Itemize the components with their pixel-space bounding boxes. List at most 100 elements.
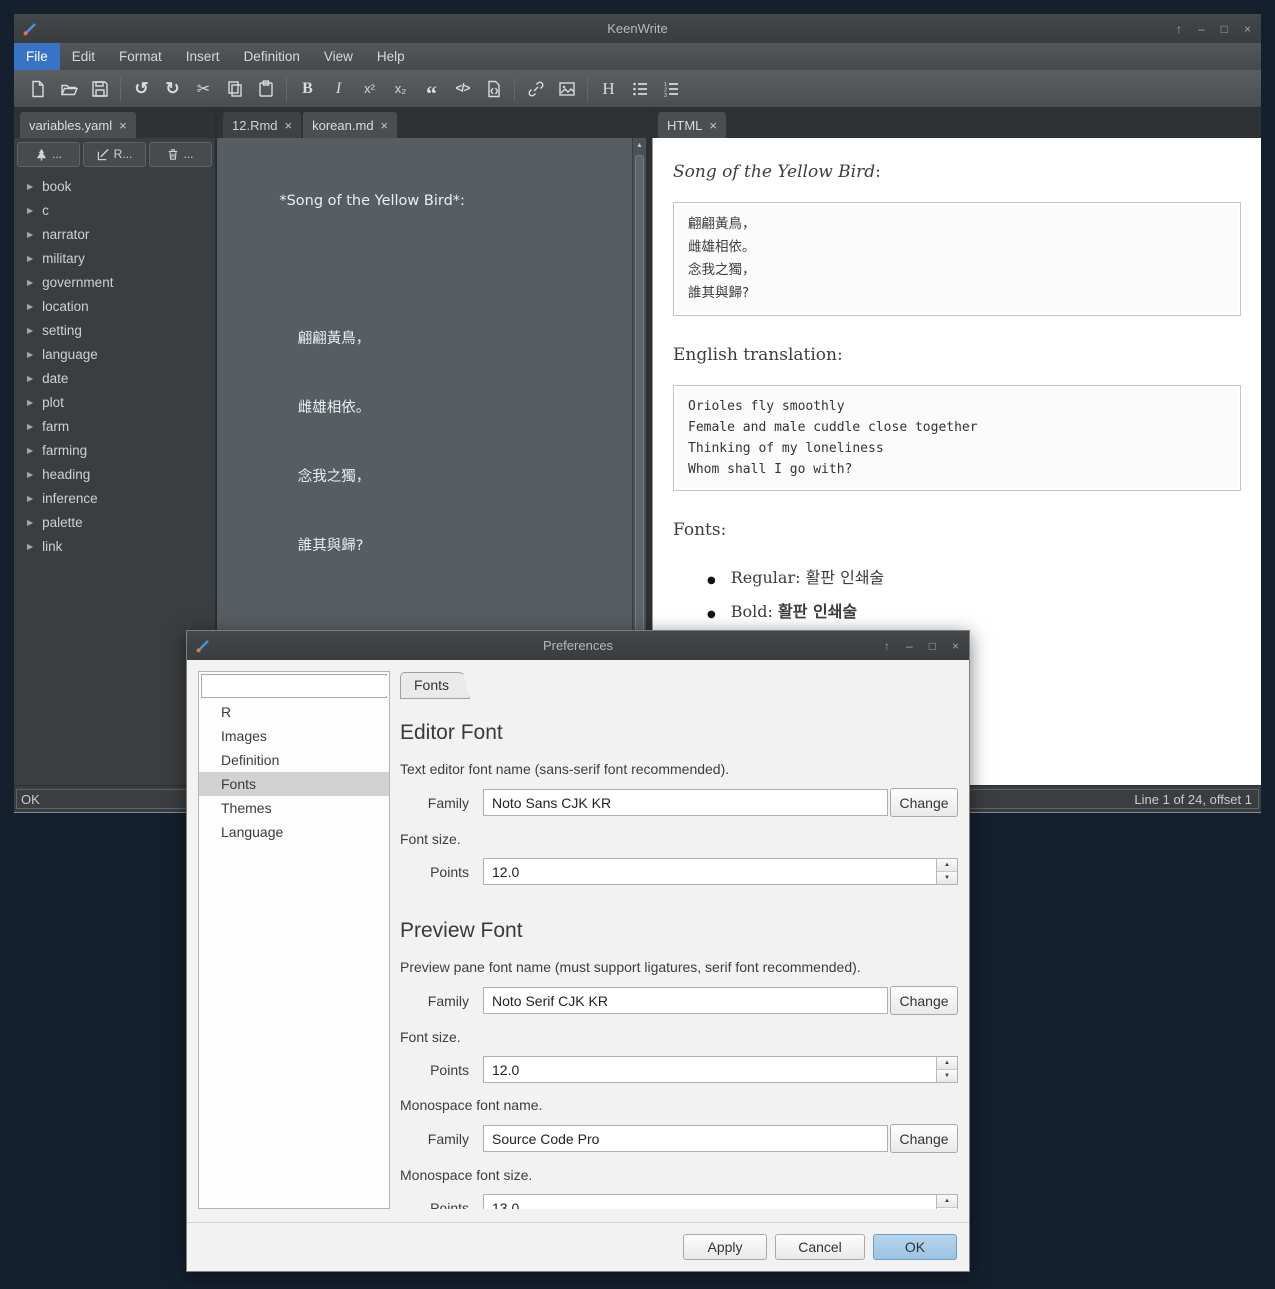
spinner-up-button[interactable]: ▲ bbox=[937, 859, 957, 872]
editor-font-change-button[interactable]: Change bbox=[890, 788, 958, 817]
chevron-right-icon[interactable]: ▶ bbox=[27, 350, 33, 359]
settings-nav-item[interactable]: Images bbox=[199, 724, 389, 748]
rename-definition-button[interactable]: R... bbox=[83, 142, 146, 167]
cancel-button[interactable]: Cancel bbox=[775, 1234, 865, 1260]
menu-item[interactable]: Definition bbox=[232, 43, 312, 70]
menu-item[interactable]: Help bbox=[365, 43, 417, 70]
bold-icon[interactable]: B bbox=[292, 74, 323, 104]
tree-item[interactable]: ▶ link bbox=[14, 534, 215, 558]
tree-item[interactable]: ▶ farming bbox=[14, 438, 215, 462]
chevron-right-icon[interactable]: ▶ bbox=[27, 182, 33, 191]
chevron-right-icon[interactable]: ▶ bbox=[27, 278, 33, 287]
preview-font-change-button[interactable]: Change bbox=[890, 986, 958, 1015]
tree-item[interactable]: ▶ date bbox=[14, 366, 215, 390]
tree-item[interactable]: ▶ location bbox=[14, 294, 215, 318]
settings-nav-item[interactable]: Language bbox=[199, 820, 389, 844]
chevron-right-icon[interactable]: ▶ bbox=[27, 518, 33, 527]
ok-button[interactable]: OK bbox=[873, 1234, 957, 1260]
bullet-list-icon[interactable] bbox=[624, 74, 655, 104]
mono-font-family-field[interactable] bbox=[483, 1125, 888, 1152]
blockquote-icon[interactable]: “ bbox=[416, 74, 447, 104]
link-icon[interactable] bbox=[520, 74, 551, 104]
save-file-icon[interactable] bbox=[84, 74, 115, 104]
spinner-down-button[interactable]: ▼ bbox=[937, 1070, 957, 1082]
spinner-up-button[interactable]: ▲ bbox=[937, 1057, 957, 1070]
tab-variables-yaml[interactable]: variables.yaml × bbox=[20, 112, 136, 138]
subscript-icon[interactable]: x₂ bbox=[385, 74, 416, 104]
dialog-title-bar[interactable]: Preferences ↑ – □ × bbox=[187, 631, 969, 660]
close-icon[interactable]: × bbox=[119, 118, 127, 133]
menu-item[interactable]: File bbox=[14, 43, 60, 70]
editor-font-points-field[interactable] bbox=[483, 858, 958, 885]
settings-nav-item[interactable]: Definition bbox=[199, 748, 389, 772]
settings-nav-item[interactable]: Themes bbox=[199, 796, 389, 820]
undo-icon[interactable]: ↺ bbox=[126, 74, 157, 104]
editor-tab[interactable]: 12.Rmd × bbox=[223, 112, 301, 138]
chevron-right-icon[interactable]: ▶ bbox=[27, 302, 33, 311]
tree-view-button[interactable]: ... bbox=[17, 142, 80, 167]
spinner-down-button[interactable]: ▼ bbox=[937, 1208, 957, 1209]
preview-font-points-field[interactable] bbox=[483, 1056, 958, 1083]
tree-item[interactable]: ▶ palette bbox=[14, 510, 215, 534]
spinner-up-button[interactable]: ▲ bbox=[937, 1195, 957, 1208]
tree-item[interactable]: ▶ inference bbox=[14, 486, 215, 510]
tab-html[interactable]: HTML × bbox=[658, 112, 726, 138]
cut-icon[interactable]: ✂ bbox=[188, 74, 219, 104]
settings-nav-item[interactable]: Fonts bbox=[199, 772, 389, 796]
apply-button[interactable]: Apply bbox=[683, 1234, 767, 1260]
tree-item[interactable]: ▶ heading bbox=[14, 462, 215, 486]
editor-tab[interactable]: korean.md × bbox=[303, 112, 397, 138]
menu-item[interactable]: View bbox=[312, 43, 365, 70]
minimize-icon[interactable]: – bbox=[1198, 23, 1205, 35]
menu-item[interactable]: Insert bbox=[174, 43, 232, 70]
close-icon[interactable]: × bbox=[952, 640, 959, 652]
tree-item[interactable]: ▶ military bbox=[14, 246, 215, 270]
tree-item[interactable]: ▶ government bbox=[14, 270, 215, 294]
settings-search-input[interactable] bbox=[211, 676, 387, 696]
chevron-right-icon[interactable]: ▶ bbox=[27, 470, 33, 479]
tree-item[interactable]: ▶ setting bbox=[14, 318, 215, 342]
editor-font-family-field[interactable] bbox=[483, 789, 888, 816]
restore-icon[interactable]: ↑ bbox=[1176, 23, 1182, 35]
tree-item[interactable]: ▶ c bbox=[14, 198, 215, 222]
chevron-right-icon[interactable]: ▶ bbox=[27, 422, 33, 431]
tree-item[interactable]: ▶ book bbox=[14, 174, 215, 198]
close-icon[interactable]: × bbox=[1244, 23, 1251, 35]
chevron-right-icon[interactable]: ▶ bbox=[27, 326, 33, 335]
preview-font-family-field[interactable] bbox=[483, 987, 888, 1014]
restore-icon[interactable]: ↑ bbox=[884, 640, 890, 652]
new-file-icon[interactable] bbox=[22, 74, 53, 104]
mono-font-points-field[interactable] bbox=[483, 1194, 958, 1209]
menu-item[interactable]: Edit bbox=[60, 43, 107, 70]
scrollbar-thumb[interactable] bbox=[635, 155, 644, 637]
chevron-right-icon[interactable]: ▶ bbox=[27, 254, 33, 263]
scroll-up-icon[interactable]: ▲ bbox=[633, 138, 646, 153]
image-icon[interactable] bbox=[551, 74, 582, 104]
chevron-right-icon[interactable]: ▶ bbox=[27, 446, 33, 455]
paste-icon[interactable] bbox=[250, 74, 281, 104]
tree-item[interactable]: ▶ farm bbox=[14, 414, 215, 438]
chevron-right-icon[interactable]: ▶ bbox=[27, 542, 33, 551]
close-icon[interactable]: × bbox=[285, 118, 293, 133]
tree-item[interactable]: ▶ language bbox=[14, 342, 215, 366]
chevron-right-icon[interactable]: ▶ bbox=[27, 374, 33, 383]
chevron-right-icon[interactable]: ▶ bbox=[27, 398, 33, 407]
numbered-list-icon[interactable]: 123 bbox=[655, 74, 686, 104]
delete-definition-button[interactable]: ... bbox=[149, 142, 212, 167]
heading-icon[interactable]: H bbox=[593, 74, 624, 104]
chevron-right-icon[interactable]: ▶ bbox=[27, 230, 33, 239]
code-icon[interactable]: </> bbox=[447, 74, 478, 104]
redo-icon[interactable]: ↻ bbox=[157, 74, 188, 104]
menu-item[interactable]: Format bbox=[107, 43, 174, 70]
title-bar[interactable]: KeenWrite ↑ – □ × bbox=[14, 14, 1261, 43]
close-icon[interactable]: × bbox=[381, 118, 389, 133]
maximize-icon[interactable]: □ bbox=[929, 640, 936, 652]
settings-search-box[interactable] bbox=[201, 674, 387, 698]
copy-icon[interactable] bbox=[219, 74, 250, 104]
chevron-right-icon[interactable]: ▶ bbox=[27, 494, 33, 503]
superscript-icon[interactable]: x² bbox=[354, 74, 385, 104]
mono-font-change-button[interactable]: Change bbox=[890, 1124, 958, 1153]
maximize-icon[interactable]: □ bbox=[1221, 23, 1228, 35]
minimize-icon[interactable]: – bbox=[906, 640, 913, 652]
chevron-right-icon[interactable]: ▶ bbox=[27, 206, 33, 215]
